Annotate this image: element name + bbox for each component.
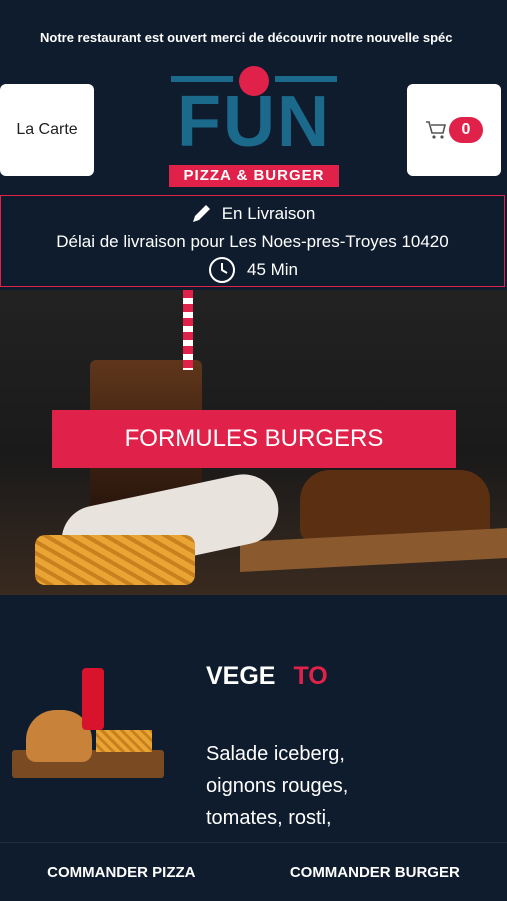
cart-count-badge: 0 bbox=[449, 117, 483, 143]
menu-button[interactable]: La Carte bbox=[0, 84, 94, 176]
menu-button-label: La Carte bbox=[16, 121, 78, 138]
cart-button[interactable]: 0 bbox=[407, 84, 501, 176]
delivery-location: Délai de livraison pour Les Noes-pres-Tr… bbox=[56, 232, 449, 251]
order-burger-button[interactable]: COMMANDER BURGER bbox=[290, 864, 460, 881]
product-title: VEGE TO bbox=[206, 662, 328, 690]
restaurant-logo: FUN PIZZA & BURGER bbox=[167, 64, 341, 188]
clock-icon bbox=[208, 257, 235, 283]
delivery-time: 45 Min bbox=[246, 260, 299, 279]
cart-icon bbox=[426, 121, 447, 139]
announcement-ticker: Notre restaurant est ouvert merci de déc… bbox=[40, 30, 453, 45]
delivery-info-box[interactable]: En Livraison Délai de livraison pour Les… bbox=[0, 195, 505, 287]
delivery-mode: En Livraison bbox=[221, 204, 316, 223]
product-card[interactable]: VEGE TO Salade iceberg, oignons rouges, t… bbox=[0, 650, 507, 840]
pencil-icon bbox=[192, 205, 210, 222]
hero-title: FORMULES BURGERS bbox=[52, 410, 456, 468]
bottom-order-bar: COMMANDER PIZZA COMMANDER BURGER bbox=[0, 842, 507, 901]
product-image bbox=[12, 668, 164, 780]
product-description: Salade iceberg, oignons rouges, tomates,… bbox=[206, 743, 349, 829]
order-pizza-button[interactable]: COMMANDER PIZZA bbox=[47, 864, 195, 881]
formules-burgers-banner[interactable]: FORMULES BURGERS bbox=[0, 290, 507, 595]
